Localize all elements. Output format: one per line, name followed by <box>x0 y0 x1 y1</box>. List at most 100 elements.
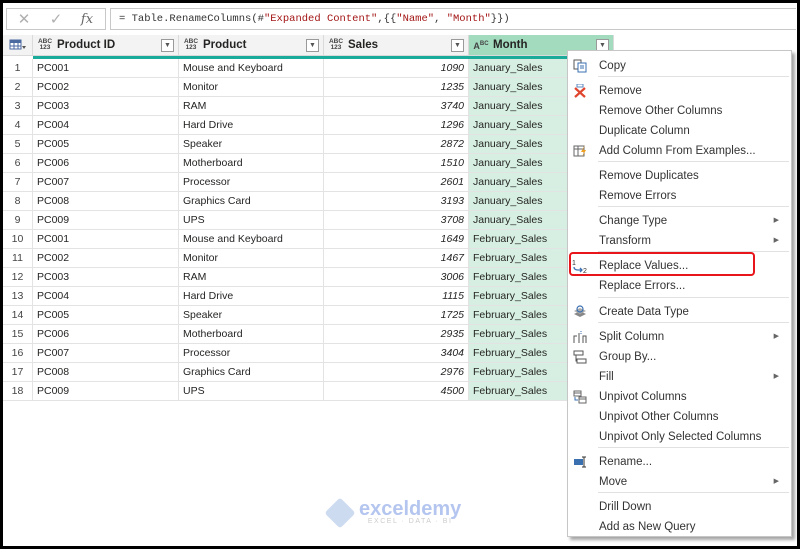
menu-item-change-type[interactable]: Change Type ▶ <box>568 211 791 231</box>
row-number[interactable]: 18 <box>3 382 33 401</box>
column-header-sales[interactable]: ABC 123 Sales ▼ <box>324 35 469 56</box>
type-text-icon[interactable]: ABC <box>473 40 489 51</box>
menu-item-unpivot-only-selected-columns[interactable]: Unpivot Only Selected Columns <box>568 427 791 447</box>
row-number[interactable]: 5 <box>3 135 33 154</box>
table-row[interactable]: 5 PC005 Speaker 2872 January_Sales <box>3 135 614 154</box>
menu-item-remove[interactable]: Remove <box>568 81 791 101</box>
cell-sales[interactable]: 1296 <box>324 116 469 135</box>
cell-product[interactable]: Processor <box>179 173 324 192</box>
table-row[interactable]: 1 PC001 Mouse and Keyboard 1090 January_Sale… <box>3 59 614 78</box>
cell-product-id[interactable]: PC001 <box>33 59 179 78</box>
type-any-icon[interactable]: ABC 123 <box>37 38 53 51</box>
cell-product[interactable]: Graphics Card <box>179 192 324 211</box>
row-number[interactable]: 4 <box>3 116 33 135</box>
row-number[interactable]: 16 <box>3 344 33 363</box>
cell-product-id[interactable]: PC007 <box>33 173 179 192</box>
cell-sales[interactable]: 2601 <box>324 173 469 192</box>
cell-product-id[interactable]: PC003 <box>33 97 179 116</box>
table-row[interactable]: 17 PC008 Graphics Card 2976 February_Sales <box>3 363 614 382</box>
cell-sales[interactable]: 3193 <box>324 192 469 211</box>
cell-sales[interactable]: 1235 <box>324 78 469 97</box>
table-row[interactable]: 15 PC006 Motherboard 2935 February_Sales <box>3 325 614 344</box>
cell-product-id[interactable]: PC005 <box>33 135 179 154</box>
cell-product-id[interactable]: PC001 <box>33 230 179 249</box>
cell-product-id[interactable]: PC004 <box>33 287 179 306</box>
table-row[interactable]: 11 PC002 Monitor 1467 February_Sales <box>3 249 614 268</box>
cell-product-id[interactable]: PC006 <box>33 154 179 173</box>
cell-product-id[interactable]: PC002 <box>33 78 179 97</box>
table-row[interactable]: 18 PC009 UPS 4500 February_Sales <box>3 382 614 401</box>
cell-sales[interactable]: 1725 <box>324 306 469 325</box>
cell-product[interactable]: Mouse and Keyboard <box>179 230 324 249</box>
row-number[interactable]: 8 <box>3 192 33 211</box>
menu-item-unpivot-other-columns[interactable]: Unpivot Other Columns <box>568 407 791 427</box>
cell-sales[interactable]: 3404 <box>324 344 469 363</box>
cell-sales[interactable]: 4500 <box>324 382 469 401</box>
cancel-icon[interactable]: ✕ <box>7 10 41 28</box>
row-number[interactable]: 13 <box>3 287 33 306</box>
table-row[interactable]: 10 PC001 Mouse and Keyboard 1649 February_Sa… <box>3 230 614 249</box>
cell-product-id[interactable]: PC002 <box>33 249 179 268</box>
table-row[interactable]: 13 PC004 Hard Drive 1115 February_Sales <box>3 287 614 306</box>
menu-item-rename[interactable]: Rename... <box>568 452 791 472</box>
cell-product[interactable]: Processor <box>179 344 324 363</box>
menu-item-add-column-from-examples[interactable]: Add Column From Examples... <box>568 141 791 161</box>
menu-item-copy[interactable]: Copy <box>568 56 791 76</box>
cell-product-id[interactable]: PC004 <box>33 116 179 135</box>
filter-dropdown-icon[interactable]: ▼ <box>451 38 464 52</box>
menu-item-transform[interactable]: Transform ▶ <box>568 231 791 251</box>
row-number[interactable]: 3 <box>3 97 33 116</box>
table-row[interactable]: 7 PC007 Processor 2601 January_Sales <box>3 173 614 192</box>
cell-product[interactable]: Monitor <box>179 78 324 97</box>
menu-item-replace-errors[interactable]: Replace Errors... <box>568 276 791 296</box>
cell-sales[interactable]: 2976 <box>324 363 469 382</box>
cell-product-id[interactable]: PC009 <box>33 211 179 230</box>
table-row[interactable]: 2 PC002 Monitor 1235 January_Sales <box>3 78 614 97</box>
table-menu-button[interactable] <box>3 35 33 56</box>
menu-item-add-as-new-query[interactable]: Add as New Query <box>568 517 791 537</box>
table-row[interactable]: 3 PC003 RAM 3740 January_Sales <box>3 97 614 116</box>
formula-input[interactable]: = Table.RenameColumns(#"Expanded Content… <box>110 8 796 30</box>
cell-sales[interactable]: 2872 <box>324 135 469 154</box>
cell-product-id[interactable]: PC008 <box>33 363 179 382</box>
cell-product[interactable]: UPS <box>179 211 324 230</box>
column-header-product-id[interactable]: ABC 123 Product ID ▼ <box>33 35 179 56</box>
menu-item-unpivot-columns[interactable]: Unpivot Columns <box>568 387 791 407</box>
menu-item-split-column[interactable]: Split Column ▶ <box>568 327 791 347</box>
row-number[interactable]: 17 <box>3 363 33 382</box>
table-row[interactable]: 8 PC008 Graphics Card 3193 January_Sales <box>3 192 614 211</box>
cell-product[interactable]: RAM <box>179 97 324 116</box>
cell-sales[interactable]: 1510 <box>324 154 469 173</box>
table-row[interactable]: 16 PC007 Processor 3404 February_Sales <box>3 344 614 363</box>
cell-product[interactable]: Hard Drive <box>179 116 324 135</box>
cell-product[interactable]: Motherboard <box>179 154 324 173</box>
cell-sales[interactable]: 3006 <box>324 268 469 287</box>
menu-item-drill-down[interactable]: Drill Down <box>568 497 791 517</box>
row-number[interactable]: 12 <box>3 268 33 287</box>
cell-product-id[interactable]: PC009 <box>33 382 179 401</box>
row-number[interactable]: 2 <box>3 78 33 97</box>
cell-product-id[interactable]: PC006 <box>33 325 179 344</box>
cell-sales[interactable]: 1115 <box>324 287 469 306</box>
cell-sales[interactable]: 1090 <box>324 59 469 78</box>
filter-dropdown-icon[interactable]: ▼ <box>306 38 319 52</box>
fx-icon[interactable]: fx <box>71 12 103 27</box>
menu-item-group-by[interactable]: Group By... <box>568 347 791 367</box>
table-row[interactable]: 4 PC004 Hard Drive 1296 January_Sales <box>3 116 614 135</box>
row-number[interactable]: 9 <box>3 211 33 230</box>
menu-item-move[interactable]: Move ▶ <box>568 472 791 492</box>
cell-sales[interactable]: 3740 <box>324 97 469 116</box>
cell-product[interactable]: Motherboard <box>179 325 324 344</box>
row-number[interactable]: 6 <box>3 154 33 173</box>
cell-product[interactable]: RAM <box>179 268 324 287</box>
row-number[interactable]: 10 <box>3 230 33 249</box>
cell-product-id[interactable]: PC005 <box>33 306 179 325</box>
cell-product-id[interactable]: PC003 <box>33 268 179 287</box>
menu-item-fill[interactable]: Fill ▶ <box>568 367 791 387</box>
cell-product[interactable]: UPS <box>179 382 324 401</box>
row-number[interactable]: 11 <box>3 249 33 268</box>
cell-product[interactable]: Speaker <box>179 306 324 325</box>
row-number[interactable]: 7 <box>3 173 33 192</box>
table-row[interactable]: 6 PC006 Motherboard 1510 January_Sales <box>3 154 614 173</box>
filter-dropdown-icon[interactable]: ▼ <box>161 38 174 52</box>
